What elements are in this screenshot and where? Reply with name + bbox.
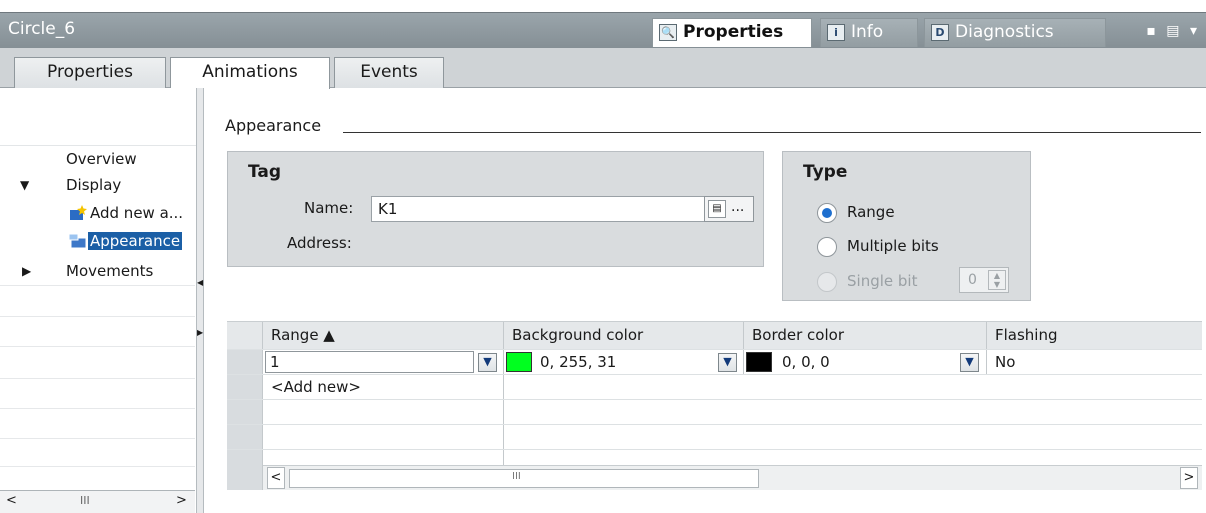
col-background-color[interactable]: Background color [504,322,744,349]
property-tab-row: Properties Animations Events [0,48,1206,89]
table-row-empty [227,449,1202,466]
table-row-empty [227,399,1202,425]
nav-display[interactable]: ▼ Display [0,172,195,199]
tab-events[interactable]: Events [334,57,444,88]
appearance-panel: Appearance Tag Name: K1 ▤ ... Address: T… [205,88,1206,513]
tab-properties-inspector[interactable]: 🔍 Properties [652,18,812,47]
radio-single-bit-dot [817,272,837,292]
type-title: Type [803,162,848,182]
range-table: Range ▲ Background color Border color Fl… [227,321,1202,490]
nav-movements-label: Movements [66,262,154,280]
table-horizontal-scrollbar[interactable]: < III > [263,465,1202,490]
add-animation-icon [70,205,87,220]
radio-range-label: Range [847,203,895,221]
scroll-thumb-icon[interactable]: III [80,494,90,507]
border-color-dropdown-icon[interactable]: ▼ [960,353,979,372]
tab-info-label: Info [851,22,884,42]
table-row-empty [227,424,1202,450]
border-color-value: 0, 0, 0 [782,353,830,371]
appearance-icon [69,233,87,249]
nav-overview-label: Overview [66,150,137,168]
table-scroll-left-icon[interactable]: < [267,467,285,489]
section-title: Appearance [225,116,322,135]
address-label: Address: [287,234,352,252]
border-color-swatch [746,352,772,372]
table-scroll-right-icon[interactable]: > [1180,467,1198,489]
scroll-left-icon[interactable]: < [6,493,17,508]
nav-appearance-label: Appearance [88,232,183,250]
name-label: Name: [304,199,354,217]
nav-horizontal-scrollbar[interactable]: < III > [0,490,195,513]
background-color-value: 0, 255, 31 [540,353,617,371]
nav-display-label: Display [66,176,122,194]
nav-add-new-animation[interactable]: Add new a... [0,200,195,227]
background-color-dropdown-icon[interactable]: ▼ [718,353,737,372]
nav-appearance[interactable]: Appearance [0,228,195,255]
properties-icon: 🔍 [659,24,677,41]
spinner-arrows-icon: ▲ ▼ [988,270,1006,290]
tag-list-icon[interactable]: ▤ [708,200,726,218]
add-new-row[interactable]: <Add new> [271,375,504,400]
flashing-value[interactable]: No [995,350,1202,375]
scroll-grip-icon: III [512,471,521,482]
nav-add-new-label: Add new a... [90,204,184,222]
browse-button[interactable]: ... [731,199,744,215]
background-color-swatch [506,352,532,372]
row-header [227,375,263,400]
animation-nav: Overview ▼ Display Add new a... Appearan… [0,88,198,513]
col-range[interactable]: Range ▲ [263,322,504,349]
splitter[interactable]: ◀ ▶ [196,88,204,513]
table-scroll-thumb[interactable]: III [289,469,759,488]
range-dropdown-icon[interactable]: ▼ [478,353,497,372]
radio-range-dot[interactable] [817,203,837,223]
inspector-window: Circle_6 🔍 Properties i Info D Diagnosti… [0,0,1206,513]
collapse-left-icon[interactable]: ◀ [197,278,203,287]
table-row[interactable]: 1 ▼ 0, 255, 31 ▼ 0, 0, 0 ▼ No [227,349,1202,375]
radio-single-bit-label: Single bit [847,272,918,290]
scroll-right-icon[interactable]: > [176,493,187,508]
row-header[interactable] [227,350,263,375]
title-bar: Circle_6 🔍 Properties i Info D Diagnosti… [0,12,1206,48]
nav-overview[interactable]: Overview [0,146,195,173]
range-value-input[interactable]: 1 [265,351,474,373]
window-title: Circle_6 [8,19,76,39]
tab-properties[interactable]: Properties [14,57,166,88]
diagnostics-icon: D [931,24,949,41]
collapsed-arrow-icon[interactable]: ▶ [22,258,31,285]
expand-right-icon[interactable]: ▶ [197,328,203,337]
col-flashing[interactable]: Flashing [987,322,1202,349]
info-icon: i [827,24,845,41]
type-group: Type Range Multiple bits Single bit 0 ▲ ▼ [782,151,1031,301]
tab-diagnostics-label: Diagnostics [955,22,1054,42]
col-border-color[interactable]: Border color [744,322,987,349]
nav-movements[interactable]: ▶ Movements [0,258,195,285]
tab-properties-label: Properties [683,22,784,42]
tag-group: Tag Name: K1 ▤ ... Address: [227,151,764,267]
expanded-arrow-icon[interactable]: ▼ [20,172,29,199]
radio-multiple-bits-dot[interactable] [817,237,837,257]
row-header-corner [227,322,263,349]
radio-multiple-bits-label: Multiple bits [847,237,939,255]
single-bit-value: 0 [968,272,977,288]
tab-info[interactable]: i Info [820,18,918,47]
single-bit-spinner: 0 ▲ ▼ [959,267,1009,293]
tag-name-field[interactable]: K1 [371,196,705,222]
window-controls-icon[interactable]: ▪ ▤ ▾ [1146,23,1200,39]
tag-title: Tag [248,162,282,182]
tab-diagnostics[interactable]: D Diagnostics [924,18,1106,47]
tab-animations[interactable]: Animations [170,57,330,89]
table-row-add-new[interactable]: <Add new> [227,374,1202,400]
